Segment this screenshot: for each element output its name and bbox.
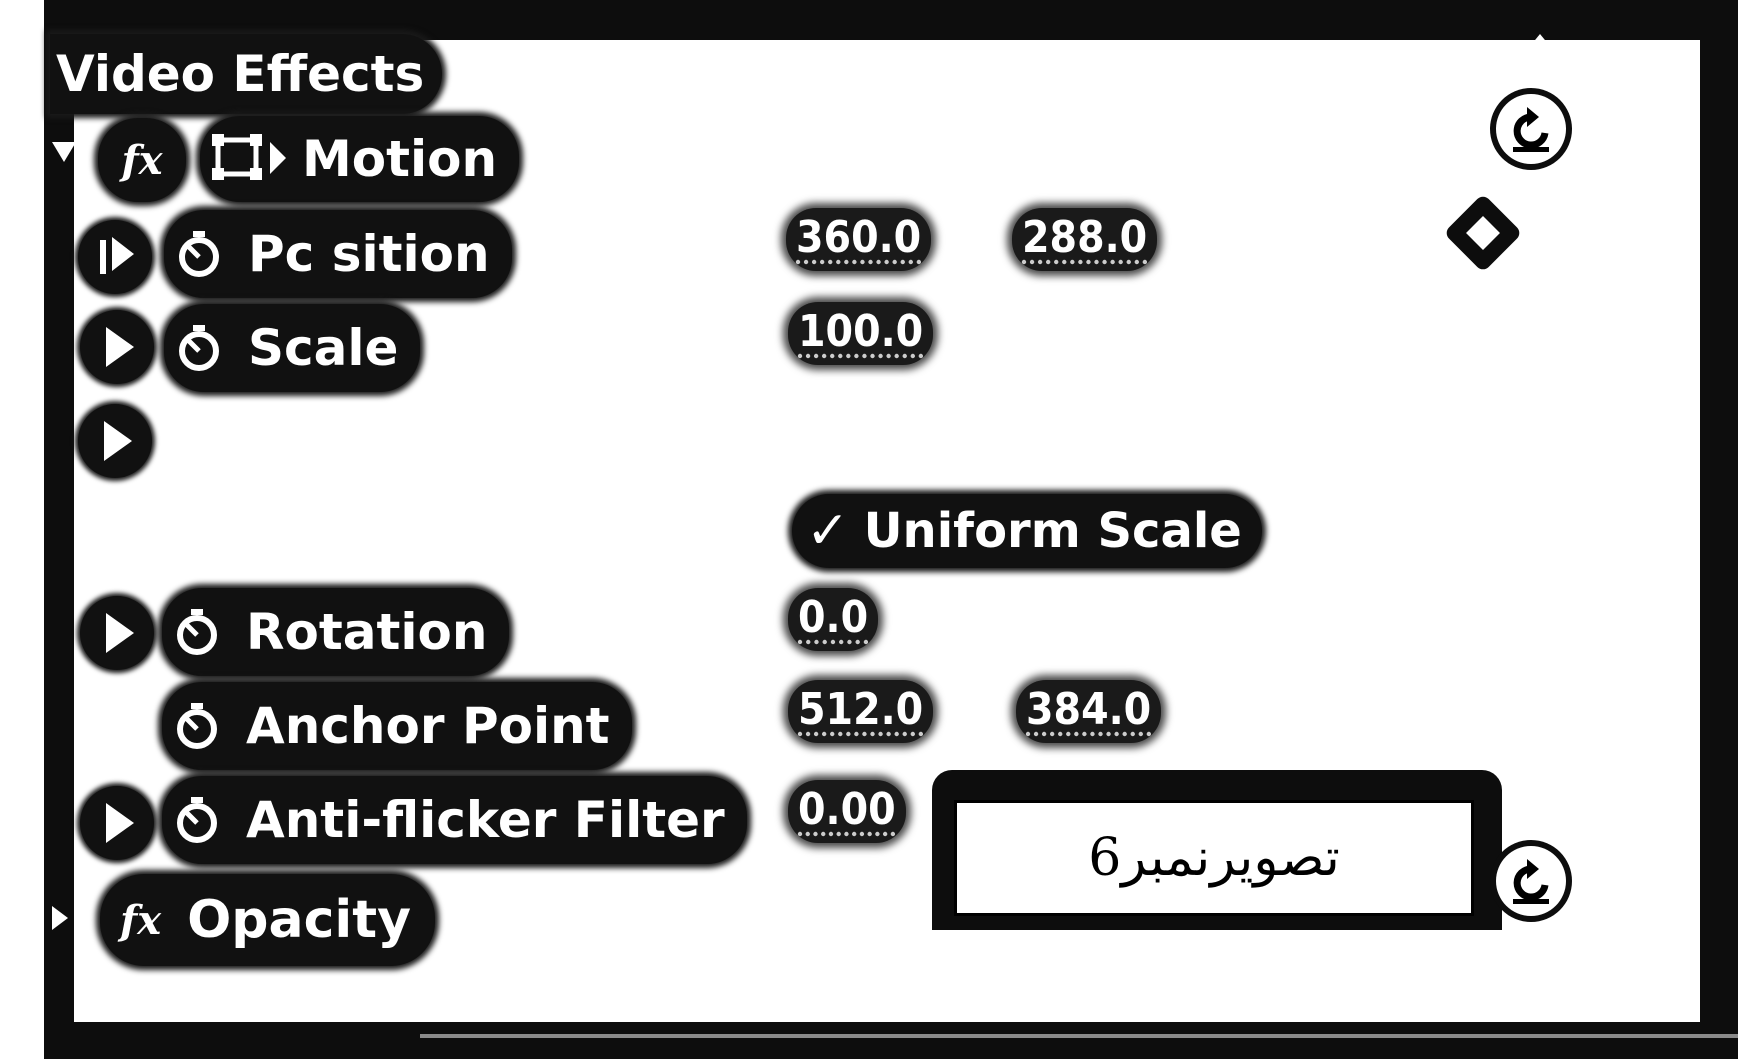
position-property: Pc sition	[164, 210, 512, 298]
expand-triangle-icon	[106, 327, 134, 367]
scale-label: Scale	[248, 319, 399, 377]
stopwatch-icon[interactable]	[172, 701, 222, 751]
rotation-label: Rotation	[246, 603, 488, 661]
stopwatch-icon[interactable]	[174, 229, 224, 279]
panel-title: Video Effects	[50, 34, 443, 114]
expand-triangle-icon	[106, 803, 134, 843]
scale-expand-toggle[interactable]	[80, 310, 154, 384]
uniform-scale-label: Uniform Scale	[863, 503, 1242, 559]
reset-icon[interactable]	[1496, 94, 1566, 164]
anchor-point-property: Anchor Point	[162, 682, 632, 770]
motion-effect-header[interactable]: Motion	[200, 116, 520, 202]
position-y-value[interactable]: 288.0	[1012, 208, 1158, 271]
anchor-point-label: Anchor Point	[246, 697, 610, 755]
motion-label: Motion	[302, 130, 498, 188]
motion-transform-icon[interactable]	[210, 134, 290, 184]
effect-controls-panel: Video Effects fx Motion Pc sition 360.0 …	[0, 0, 1738, 1059]
reset-arrow-icon	[1513, 859, 1549, 904]
opacity-reset-icon[interactable]	[1496, 846, 1566, 916]
scale-width-expand-toggle[interactable]	[78, 404, 152, 478]
motion-fx-toggle[interactable]: fx	[98, 118, 186, 202]
panel-title-label: Video Effects	[56, 45, 425, 103]
anti-flicker-value[interactable]: 0.00	[788, 780, 906, 843]
panel-frame-bottom	[44, 1022, 1738, 1059]
position-expand-toggle[interactable]	[78, 220, 152, 294]
fx-icon: fx	[121, 136, 163, 184]
figure-caption: تصویرنمبر6	[954, 800, 1474, 916]
playhead-bar	[100, 240, 106, 274]
expand-triangle-icon	[106, 613, 134, 653]
stopwatch-icon[interactable]	[172, 607, 222, 657]
expand-triangle-icon	[104, 421, 132, 461]
anchor-point-y-value[interactable]: 384.0	[1016, 680, 1162, 743]
rotation-property: Rotation	[162, 588, 510, 676]
uniform-scale-checkbox[interactable]: ✓ Uniform Scale	[792, 494, 1262, 568]
stopwatch-icon[interactable]	[172, 795, 222, 845]
anchor-point-x-value[interactable]: 512.0	[788, 680, 934, 743]
panel-divider	[420, 1034, 1738, 1038]
expand-triangle-icon	[112, 237, 134, 271]
rotation-expand-toggle[interactable]	[80, 596, 154, 670]
opacity-effect-header[interactable]: fx Opacity	[100, 874, 435, 966]
motion-collapse-toggle[interactable]	[52, 142, 76, 162]
rotation-value[interactable]: 0.0	[788, 588, 879, 651]
figure-caption-text: تصویرنمبر6	[1088, 828, 1340, 888]
position-label: Pc sition	[248, 225, 490, 283]
position-x-value[interactable]: 360.0	[786, 208, 932, 271]
checkmark-icon: ✓	[806, 501, 850, 561]
stopwatch-icon[interactable]	[174, 323, 224, 373]
panel-frame-right	[1700, 0, 1738, 1059]
scale-property: Scale	[164, 304, 421, 392]
anti-flicker-property: Anti-flicker Filter	[162, 776, 747, 864]
opacity-expand-toggle[interactable]	[52, 906, 68, 930]
scroll-up-icon[interactable]	[1522, 34, 1558, 56]
reset-arrow-icon	[1513, 107, 1549, 152]
anti-flicker-label: Anti-flicker Filter	[246, 791, 725, 849]
anti-flicker-expand-toggle[interactable]	[80, 786, 154, 860]
scale-value[interactable]: 100.0	[788, 302, 934, 365]
fx-icon[interactable]: fx	[120, 897, 161, 944]
opacity-label: Opacity	[187, 890, 411, 950]
